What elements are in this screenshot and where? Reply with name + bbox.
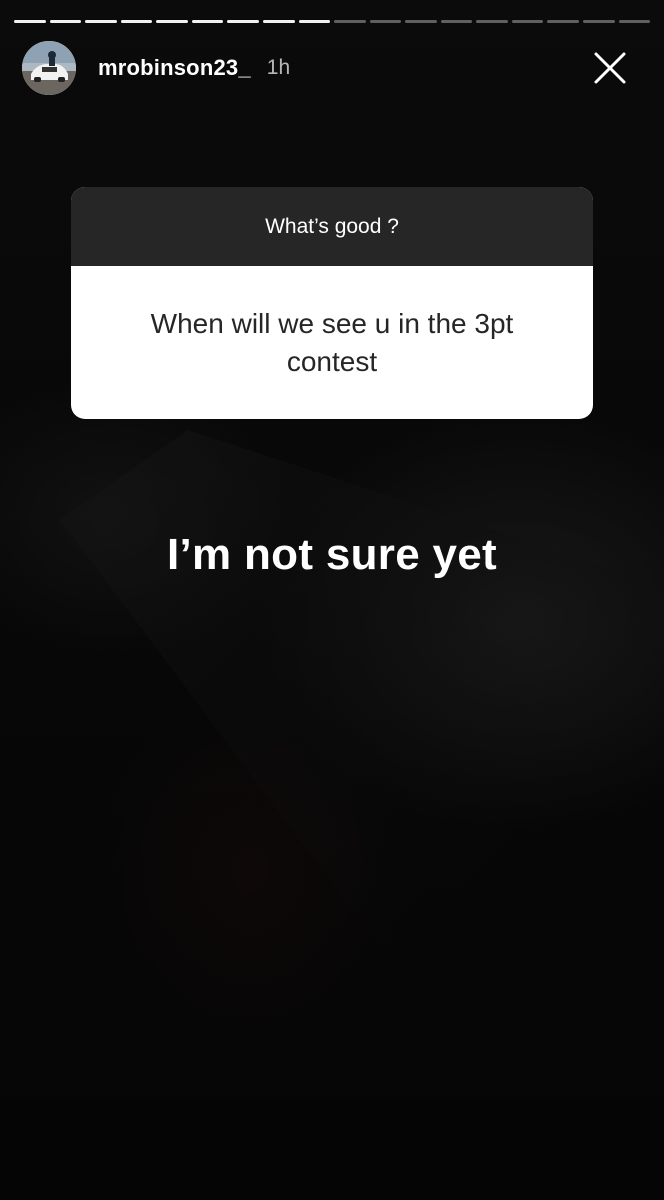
progress-segment [227,20,259,23]
profile-photo-car-icon [22,41,76,95]
progress-segment [476,20,508,23]
progress-segment [369,20,402,23]
avatar[interactable] [22,41,76,95]
question-sticker: What’s good ? When will we see u in the … [71,187,593,419]
progress-segment [120,20,153,23]
progress-segment [156,20,188,23]
progress-segment [547,20,579,23]
timestamp: 1h [266,56,291,79]
story-header: mrobinson23_ 1h [22,40,642,96]
progress-segment [405,20,437,23]
answer-text: I’m not sure yet [167,530,497,579]
question-sticker-question: When will we see u in the 3pt contest [150,307,514,377]
progress-segment [49,20,82,23]
progress-segment [262,20,295,23]
background-photo-shadow [60,430,664,990]
username[interactable]: mrobinson23_ [98,55,251,81]
progress-segment [14,20,46,23]
story-progress-bar [14,20,651,24]
progress-segment [85,20,117,23]
story-viewer[interactable]: mrobinson23_ 1h What’s good ? When will … [0,0,664,1200]
progress-segment [583,20,615,23]
progress-segment [618,20,651,23]
progress-segment [334,20,366,23]
progress-segment [511,20,544,23]
question-sticker-prompt: What’s good ? [71,187,593,266]
progress-segment [191,20,224,23]
progress-segment [440,20,473,23]
progress-segment [298,20,331,23]
close-icon[interactable] [592,50,628,86]
